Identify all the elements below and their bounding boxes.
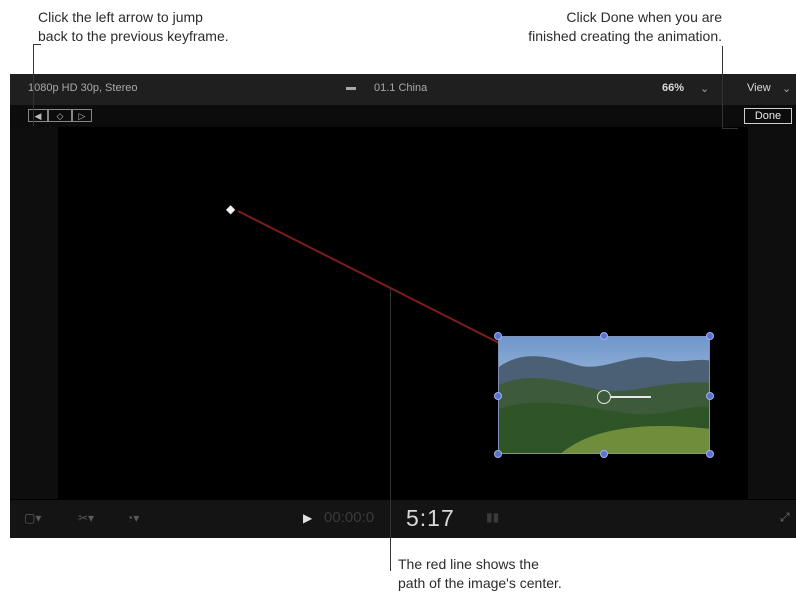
done-button[interactable]: Done (744, 108, 792, 124)
leader-line (33, 44, 34, 126)
view-chevron-icon[interactable]: ⌄ (782, 82, 791, 95)
leader-line (722, 46, 723, 128)
transform-handle-top[interactable] (600, 332, 608, 340)
film-icon: ▬ (346, 82, 356, 93)
callout-line: Click the left arrow to jump (38, 9, 203, 25)
callout-line: finished creating the animation. (528, 28, 722, 44)
callout-line: The red line shows the (398, 556, 539, 572)
onscreen-controls-row: ◀ ◇ ▷ Done (10, 105, 796, 127)
viewer-top-bar: 1080p HD 30p, Stereo ▬ 01.1 China 66% ⌄ … (10, 74, 796, 105)
zoom-chevron-icon[interactable]: ⌄ (700, 82, 709, 95)
timecode-ghost: 00:00:0 (324, 509, 375, 526)
project-name: 01.1 China (374, 82, 428, 94)
transform-tools-icon[interactable]: ▢▾ (24, 511, 41, 525)
fullscreen-icon[interactable]: ⤢ (780, 510, 790, 525)
zoom-level[interactable]: 66% (662, 82, 684, 94)
leader-line (33, 44, 41, 45)
play-icon[interactable]: ▶ (303, 511, 312, 525)
callout-previous-keyframe: Click the left arrow to jump back to the… (38, 8, 338, 46)
timecode: 5:17 (406, 505, 455, 531)
previous-keyframe-button[interactable]: ◀ (28, 109, 48, 122)
path-start-arrow-icon[interactable]: ◆ (226, 202, 235, 216)
center-point-icon[interactable] (597, 390, 611, 404)
leader-line (390, 288, 391, 571)
callout-line: back to the previous keyframe. (38, 28, 229, 44)
viewer: 1080p HD 30p, Stereo ▬ 01.1 China 66% ⌄ … (10, 74, 796, 538)
transform-handle-right[interactable] (706, 392, 714, 400)
view-menu[interactable]: View (747, 82, 771, 94)
transform-handle-top-left[interactable] (494, 332, 502, 340)
transform-handle-bottom-left[interactable] (494, 450, 502, 458)
callout-line: path of the image's center. (398, 575, 562, 591)
callout-motion-path: The red line shows the path of the image… (398, 555, 658, 593)
callout-line: Click Done when you are (566, 9, 722, 25)
pillarbox-right (748, 127, 796, 499)
pillarbox-left (10, 127, 58, 499)
transform-handle-top-right[interactable] (706, 332, 714, 340)
crop-tools-icon[interactable]: ✂▾ (78, 511, 94, 525)
transform-handle-bottom-right[interactable] (706, 450, 714, 458)
add-keyframe-button[interactable]: ◇ (48, 109, 72, 122)
transform-handle-bottom[interactable] (600, 450, 608, 458)
callout-done: Click Done when you are finished creatin… (410, 8, 722, 46)
transform-handle-left[interactable] (494, 392, 502, 400)
format-info: 1080p HD 30p, Stereo (28, 82, 138, 94)
viewer-bottom-bar: ▢▾ ✂▾ ◔▾ ▶ 00:00:0 5:17 ▮▮ ⤢ (10, 500, 796, 538)
audio-meter-icon: ▮▮ (486, 510, 500, 524)
enhance-tools-icon[interactable]: ◔▾ (126, 511, 139, 525)
rotation-handle[interactable] (611, 396, 651, 398)
next-keyframe-button[interactable]: ▷ (72, 109, 92, 122)
leader-line (722, 128, 738, 129)
